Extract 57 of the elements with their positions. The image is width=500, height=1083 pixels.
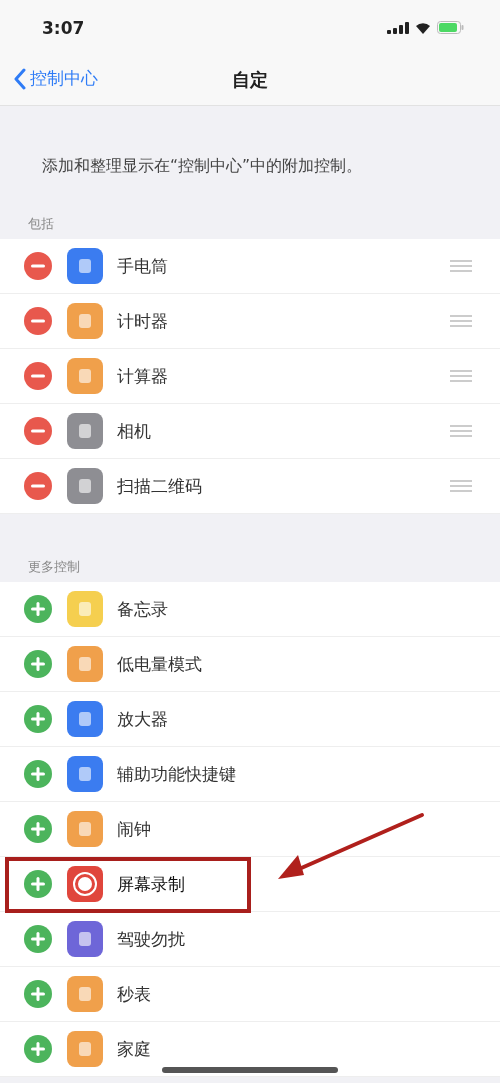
remove-button[interactable] [24, 417, 52, 445]
back-chevron-icon [14, 67, 26, 90]
back-button[interactable]: 控制中心 [14, 67, 98, 90]
add-icon [24, 870, 52, 898]
reorder-handle-icon[interactable] [450, 425, 472, 437]
add-button[interactable] [24, 760, 52, 788]
section-header: 包括 [27, 215, 55, 233]
remove-icon [24, 252, 52, 280]
control-label: 备忘录 [117, 597, 169, 621]
remove-icon [24, 362, 52, 390]
control-label: 低电量模式 [117, 652, 203, 676]
nav-title: 自定 [232, 68, 268, 92]
control-label: 驾驶勿扰 [117, 927, 186, 951]
wifi-icon [415, 21, 431, 34]
description-text: 添加和整理显示在“控制中心”中的附加控制。 [41, 156, 364, 177]
control-label: 扫描二维码 [117, 474, 203, 498]
control-label: 辅助功能快捷键 [117, 762, 237, 786]
add-button[interactable] [24, 650, 52, 678]
control-label: 放大器 [117, 707, 169, 731]
add-button[interactable] [24, 815, 52, 843]
remove-icon [24, 472, 52, 500]
add-button[interactable] [24, 925, 52, 953]
add-button[interactable] [24, 980, 52, 1008]
control-label: 相机 [117, 419, 152, 443]
remove-button[interactable] [24, 252, 52, 280]
section-header: 更多控制 [27, 558, 81, 576]
reorder-handle-icon[interactable] [450, 260, 472, 272]
remove-button[interactable] [24, 362, 52, 390]
add-icon [24, 980, 52, 1008]
add-button[interactable] [24, 1035, 52, 1063]
remove-icon [24, 417, 52, 445]
control-label: 手电筒 [117, 254, 169, 278]
control-label: 闹钟 [117, 817, 152, 841]
add-button[interactable] [24, 595, 52, 623]
add-icon [24, 595, 52, 623]
status-time: 3:07 [42, 17, 85, 38]
reorder-handle-icon[interactable] [450, 315, 472, 327]
remove-button[interactable] [24, 307, 52, 335]
add-icon [24, 760, 52, 788]
control-label: 家庭 [117, 1037, 152, 1061]
battery-icon [437, 21, 464, 34]
control-label: 计时器 [117, 309, 169, 333]
control-label: 秒表 [117, 982, 152, 1006]
reorder-handle-icon[interactable] [450, 370, 472, 382]
add-icon [24, 925, 52, 953]
signal-icon [387, 21, 409, 34]
control-label: 屏幕录制 [117, 872, 186, 896]
add-icon [24, 705, 52, 733]
add-icon [24, 815, 52, 843]
add-button[interactable] [24, 705, 52, 733]
add-icon [24, 650, 52, 678]
reorder-handle-icon[interactable] [450, 480, 472, 492]
remove-button[interactable] [24, 472, 52, 500]
control-label: 计算器 [117, 364, 169, 388]
remove-icon [24, 307, 52, 335]
add-icon [24, 1035, 52, 1063]
add-button[interactable] [24, 870, 52, 898]
